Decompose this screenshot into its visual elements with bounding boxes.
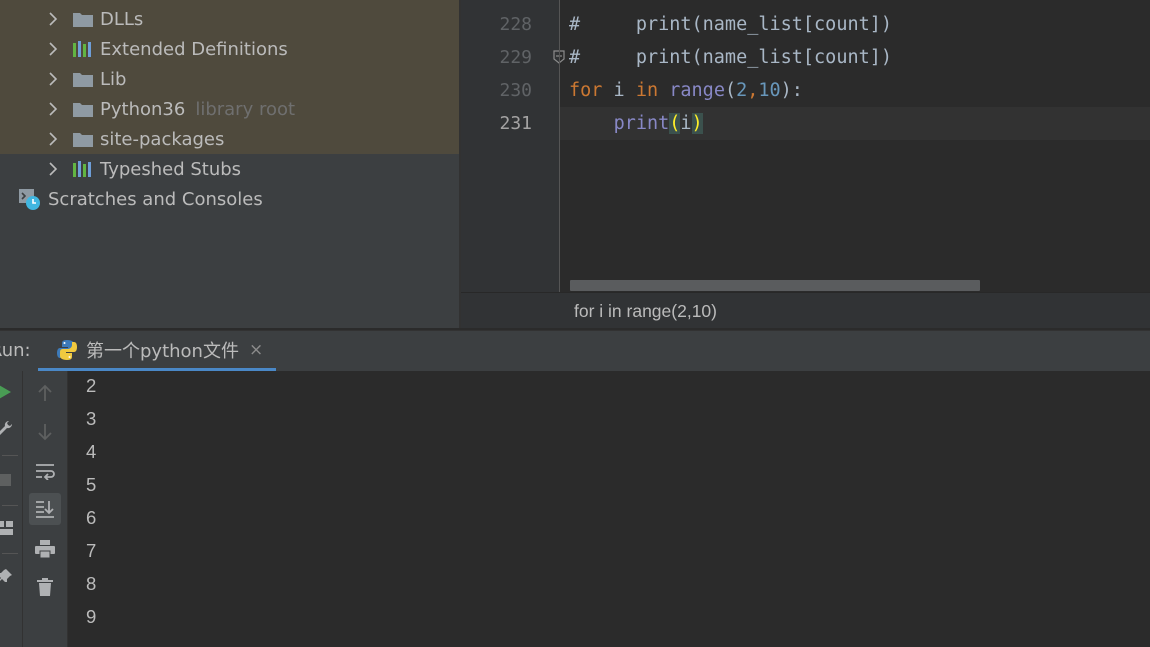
console-line: 2 <box>86 375 97 396</box>
identifier-token: i <box>680 113 692 134</box>
punct-token: ( <box>724 80 737 101</box>
pin-icon[interactable] <box>0 567 14 585</box>
gutter-divider <box>559 0 560 292</box>
line-number: 229 <box>499 47 532 68</box>
console-line: 3 <box>86 408 97 429</box>
print-icon[interactable] <box>34 538 56 560</box>
code-editor[interactable]: 228 229 230 231 # print(name_list[count]… <box>461 0 1150 328</box>
builtin-token: print <box>613 113 670 134</box>
number-token: 2 <box>736 80 748 101</box>
folder-icon <box>72 70 94 88</box>
tree-item-label: DLLs <box>100 8 144 30</box>
run-tool-header: Run: 第一个python文件 × <box>0 330 1150 371</box>
library-icon <box>72 160 94 178</box>
toolbar-separator <box>2 505 18 506</box>
builtin-token: range <box>669 80 725 101</box>
tab-run-config[interactable]: 第一个python文件 × <box>38 331 276 371</box>
chevron-right-icon[interactable] <box>46 64 60 94</box>
keyword-token: in <box>635 80 659 101</box>
tree-item-label: site-packages <box>100 128 225 150</box>
layout-icon[interactable] <box>0 519 14 537</box>
console-line: 5 <box>86 474 97 495</box>
run-tab-title: 第一个python文件 <box>86 340 239 362</box>
scratches-icon <box>18 187 42 211</box>
comment-token: # <box>569 14 581 35</box>
identifier-token: i <box>602 80 636 101</box>
punct-token: , <box>747 80 759 101</box>
chevron-right-icon[interactable] <box>46 4 60 34</box>
code-line[interactable]: # print(name_list[count]) <box>569 41 892 74</box>
console-line: 8 <box>86 573 97 594</box>
brace-match-token: ( <box>669 113 681 134</box>
tree-item-site-packages[interactable]: site-packages <box>46 124 224 154</box>
chevron-right-icon[interactable] <box>46 34 60 64</box>
tree-item-extended-definitions[interactable]: Extended Definitions <box>46 34 288 64</box>
line-number: 228 <box>499 14 532 35</box>
comment-token: print(name_list[count]) <box>580 47 893 68</box>
breadcrumb: for i in range(2,10) <box>461 292 1150 328</box>
chevron-right-icon[interactable] <box>46 124 60 154</box>
project-tree-panel: DLLs Extended Definitions Lib Python36 l… <box>0 0 459 328</box>
code-line[interactable]: # print(name_list[count]) <box>569 8 892 41</box>
horizontal-scrollbar[interactable] <box>570 280 980 291</box>
tree-item-label: Lib <box>100 68 127 90</box>
run-left-toolbar <box>0 371 23 647</box>
stop-icon[interactable] <box>0 471 14 489</box>
toolbar-separator <box>2 455 18 456</box>
trash-icon[interactable] <box>34 576 56 598</box>
tree-item-typeshed-stubs[interactable]: Typeshed Stubs <box>46 154 241 184</box>
line-number-current: 231 <box>499 113 532 134</box>
console-line: 4 <box>86 441 97 462</box>
folder-icon <box>72 10 94 28</box>
tree-item-python36[interactable]: Python36 library root <box>46 94 295 124</box>
close-icon[interactable]: × <box>249 340 263 360</box>
arrow-down-icon[interactable] <box>34 421 56 443</box>
folder-icon <box>72 130 94 148</box>
punct-token: ): <box>780 80 803 101</box>
arrow-up-icon[interactable] <box>34 382 56 404</box>
keyword-token: for <box>569 80 603 101</box>
wrench-icon[interactable] <box>0 419 14 439</box>
library-icon <box>72 40 94 58</box>
rerun-icon[interactable] <box>0 383 14 401</box>
run-label: Run: <box>0 340 31 361</box>
soft-wrap-icon[interactable] <box>34 460 56 482</box>
library-root-hint: library root <box>195 98 296 120</box>
tree-item-label: Scratches and Consoles <box>48 188 263 210</box>
console-output[interactable]: 2 3 4 5 6 7 8 9 <box>68 371 1150 647</box>
line-number-gutter[interactable]: 228 229 230 231 <box>461 0 565 292</box>
number-token: 10 <box>758 80 781 101</box>
tree-item-label: Extended Definitions <box>100 38 288 60</box>
folder-icon <box>72 100 94 118</box>
tree-item-label: Typeshed Stubs <box>100 158 242 180</box>
tree-item-label: Python36 <box>100 98 186 120</box>
line-number: 230 <box>499 80 532 101</box>
tree-item-dlls[interactable]: DLLs <box>46 4 143 34</box>
scroll-to-end-icon[interactable] <box>29 493 61 525</box>
toolbar-separator <box>2 553 18 554</box>
python-icon <box>56 339 78 361</box>
tree-item-scratches[interactable]: Scratches and Consoles <box>18 184 263 214</box>
chevron-right-icon[interactable] <box>46 154 60 184</box>
console-line: 7 <box>86 540 97 561</box>
comment-token: # <box>569 47 581 68</box>
comment-token: print(name_list[count]) <box>580 14 893 35</box>
indent-token <box>569 113 614 134</box>
chevron-right-icon[interactable] <box>46 94 60 124</box>
breadcrumb-item[interactable]: for i in range(2,10) <box>574 293 717 329</box>
console-toolbar <box>23 371 68 647</box>
console-line: 9 <box>86 606 97 627</box>
tree-item-lib[interactable]: Lib <box>46 64 126 94</box>
code-line-current[interactable]: print(i) <box>569 107 703 140</box>
console-line: 6 <box>86 507 97 528</box>
code-line[interactable]: for i in range(2,10): <box>569 74 803 107</box>
brace-match-token: ) <box>691 113 703 134</box>
